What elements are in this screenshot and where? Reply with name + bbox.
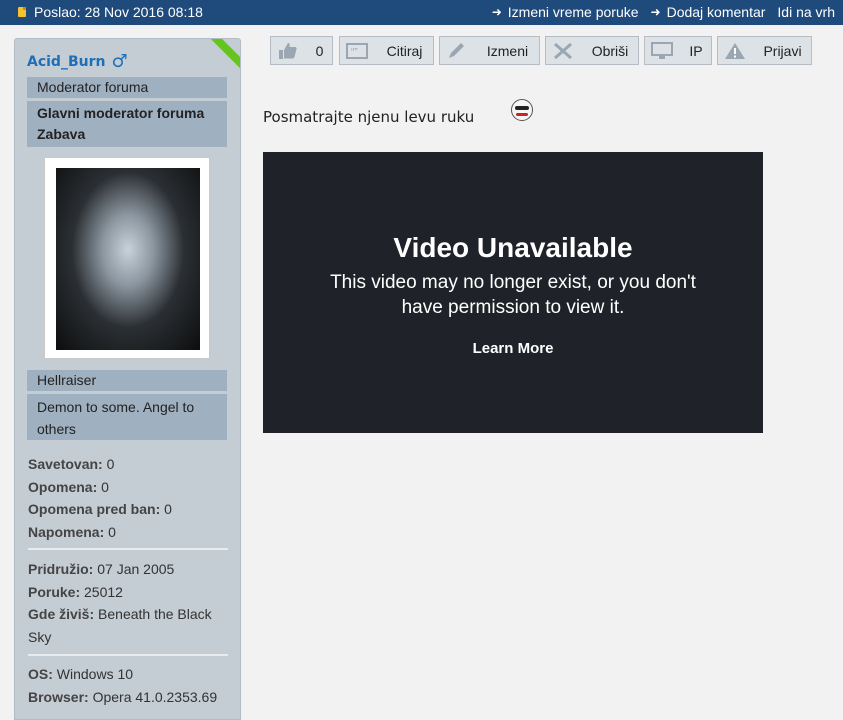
post-meta: Poslao: 28 Nov 2016 08:18	[18, 4, 203, 20]
ip-button[interactable]: IP	[644, 36, 712, 65]
stat-opomena-ban: Opomena pred ban: 0	[28, 501, 172, 517]
info-browser: Browser: Opera 41.0.2353.69	[28, 688, 218, 705]
rank-moderator: Moderator foruma	[27, 77, 227, 98]
embedded-video[interactable]: Video Unavailable This video may no long…	[263, 152, 763, 433]
posted-date: Poslao: 28 Nov 2016 08:18	[34, 4, 203, 20]
like-button[interactable]: 0	[270, 36, 333, 65]
male-icon: ♂	[111, 51, 128, 72]
avatar	[44, 157, 210, 359]
post-header-bar: Poslao: 28 Nov 2016 08:18 ➜ Izmeni vreme…	[0, 0, 843, 25]
like-count: 0	[315, 42, 324, 59]
user-title: Hellraiser	[27, 370, 227, 391]
edit-time-link[interactable]: ➜ Izmeni vreme poruke	[492, 4, 639, 20]
smiley-icon	[511, 99, 533, 121]
warning-icon	[724, 42, 746, 60]
note-icon	[18, 7, 26, 17]
report-label: Prijavi	[763, 42, 802, 59]
svg-text:“”: “”	[351, 47, 358, 58]
video-message: This video may no longer exist, or you d…	[330, 272, 696, 318]
edit-time-label: Izmeni vreme poruke	[507, 4, 639, 20]
quote-label: Citiraj	[386, 42, 423, 59]
rank-main-moderator: Glavni moderator foruma Zabava	[27, 101, 227, 147]
online-ribbon	[204, 39, 240, 72]
info-location: Gde živiš: Beneath the Black Sky	[28, 606, 212, 645]
info-posts: Poruke: 25012	[28, 583, 123, 600]
divider	[28, 654, 228, 656]
cross-icon	[552, 42, 574, 60]
username-text: Acid_Burn	[27, 54, 106, 70]
stat-savetovan: Savetovan: 0	[28, 456, 115, 472]
thumbs-up-icon	[277, 42, 299, 60]
edit-button[interactable]: Izmeni	[439, 36, 540, 65]
warnings-stats: Savetovan: 0 Opomena: 0 Opomena pred ban…	[28, 453, 172, 543]
monitor-icon	[651, 41, 673, 60]
ip-label: IP	[689, 42, 703, 59]
pencil-icon	[446, 42, 468, 60]
stat-napomena: Napomena: 0	[28, 523, 116, 540]
delete-label: Obriši	[591, 42, 629, 59]
go-top-link[interactable]: Idi na vrh	[777, 4, 835, 20]
avatar-image	[56, 168, 200, 350]
info-joined: Pridružio: 07 Jan 2005	[28, 561, 175, 577]
post-header-links: ➜ Izmeni vreme poruke ➜ Dodaj komentar I…	[480, 4, 835, 20]
post-body-text: Posmatrajte njenu levu ruku	[263, 108, 475, 126]
arrow-right-icon: ➜	[650, 5, 661, 19]
video-title: Video Unavailable	[393, 232, 633, 263]
system-info: OS: Windows 10 Browser: Opera 41.0.2353.…	[28, 663, 217, 708]
info-os: OS: Windows 10	[28, 666, 134, 682]
add-comment-link[interactable]: ➜ Dodaj komentar	[651, 4, 766, 20]
go-top-label: Idi na vrh	[777, 4, 835, 20]
member-info: Pridružio: 07 Jan 2005 Poruke: 25012 Gde…	[28, 558, 228, 648]
add-comment-label: Dodaj komentar	[666, 4, 766, 20]
stat-opomena: Opomena: 0	[28, 478, 109, 495]
quote-icon: “”	[346, 42, 368, 60]
username[interactable]: Acid_Burn ♂	[27, 53, 128, 71]
report-button[interactable]: Prijavi	[717, 36, 812, 65]
quote-button[interactable]: “” Citiraj	[339, 36, 434, 65]
learn-more-link[interactable]: Learn More	[263, 340, 763, 357]
divider	[28, 548, 228, 550]
user-motto: Demon to some. Angel to others	[27, 394, 227, 440]
delete-button[interactable]: Obriši	[545, 36, 639, 65]
edit-label: Izmeni	[486, 42, 529, 59]
user-profile-sidebar: Acid_Burn ♂ Moderator foruma Glavni mode…	[14, 38, 241, 720]
arrow-right-icon: ➜	[491, 5, 502, 19]
